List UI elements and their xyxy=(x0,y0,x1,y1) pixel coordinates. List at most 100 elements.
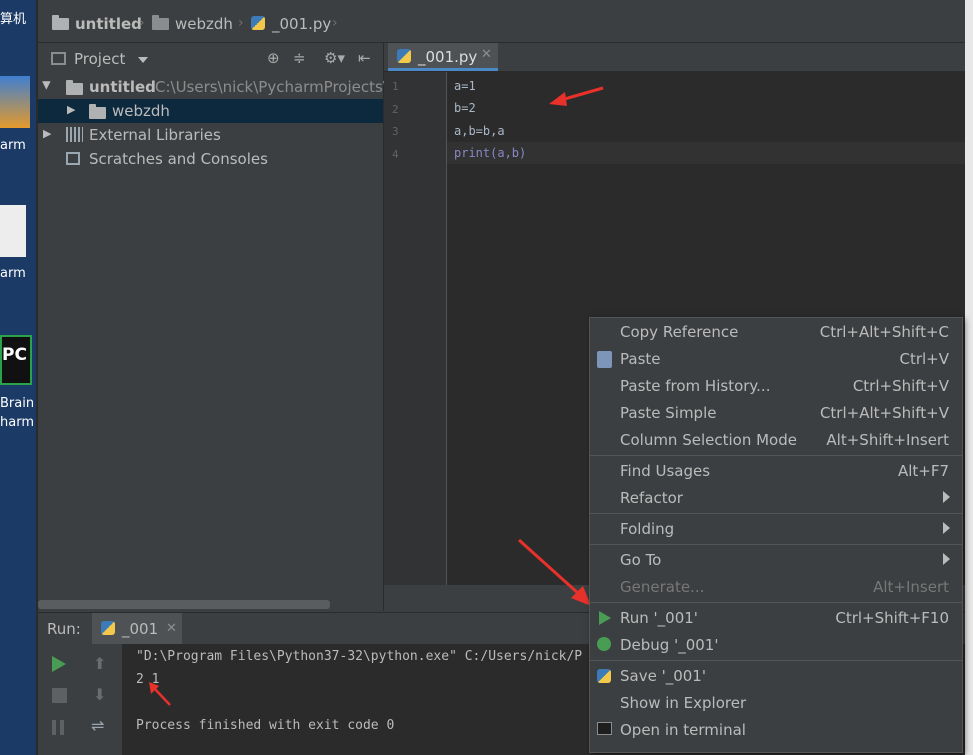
menu-separator xyxy=(590,660,962,661)
desktop-label: harm xyxy=(0,415,34,430)
folder-icon xyxy=(66,80,83,95)
menu-item-folding[interactable]: Folding xyxy=(590,516,962,543)
line-number: 4 xyxy=(392,148,399,161)
tree-item-external-libraries[interactable]: ▶ External Libraries xyxy=(38,123,383,147)
close-icon[interactable]: ✕ xyxy=(481,47,492,62)
tree-item-path: C:\Users\nick\PycharmProjects\ xyxy=(155,78,388,96)
chevron-right-icon: › xyxy=(238,15,244,31)
menu-item-debug[interactable]: Debug '_001' xyxy=(590,632,962,659)
library-icon xyxy=(66,127,83,142)
menu-item-save[interactable]: Save '_001' xyxy=(590,663,962,690)
run-toolbar: ⬆ ⬇ ⇌ xyxy=(38,644,123,755)
menu-item-label: Folding xyxy=(620,520,675,538)
horizontal-scrollbar[interactable] xyxy=(38,600,330,609)
editor-tab-label: _001.py xyxy=(418,48,478,66)
menu-item-label: Column Selection Mode xyxy=(620,431,797,449)
code-line: print(a,b) xyxy=(454,146,527,160)
python-file-icon xyxy=(251,16,265,30)
menu-separator xyxy=(590,544,962,545)
menu-item-shortcut: Ctrl+Shift+V xyxy=(852,377,949,395)
desktop-app-icon[interactable] xyxy=(0,76,30,128)
menu-item-paste-simple[interactable]: Paste Simple Ctrl+Alt+Shift+V xyxy=(590,400,962,427)
scratches-icon xyxy=(66,152,80,165)
folder-icon xyxy=(152,15,169,30)
locate-icon[interactable]: ⊕ xyxy=(267,49,280,67)
terminal-icon xyxy=(597,722,612,735)
pc-badge: PC xyxy=(2,345,27,365)
expand-arrow-icon[interactable]: ▶ xyxy=(41,81,54,89)
expand-arrow-icon[interactable]: ▶ xyxy=(43,127,51,140)
menu-item-open-in-terminal[interactable]: Open in terminal xyxy=(590,717,962,744)
menu-item-label: Paste from History... xyxy=(620,377,771,395)
editor-tab-001[interactable]: _001.py ✕ xyxy=(388,43,498,71)
project-tool-window: Project ⊕ ≑ ⚙▾ ⇤ ▶ untitled C:\Users\nic… xyxy=(38,43,388,611)
close-icon[interactable]: ✕ xyxy=(166,621,177,636)
hide-panel-icon[interactable]: ⇤ xyxy=(358,49,371,67)
run-tab-001[interactable]: _001 ✕ xyxy=(92,613,182,644)
menu-item-show-in-explorer[interactable]: Show in Explorer xyxy=(590,690,962,717)
code-line: a=1 xyxy=(454,79,476,93)
menu-item-find-usages[interactable]: Find Usages Alt+F7 xyxy=(590,458,962,485)
menu-item-shortcut: Ctrl+Alt+Shift+V xyxy=(819,404,949,422)
up-arrow-icon[interactable]: ⬆ xyxy=(93,654,106,673)
submenu-arrow-icon xyxy=(943,491,950,503)
menu-item-label: Find Usages xyxy=(620,462,711,480)
soft-wrap-icon[interactable]: ⇌ xyxy=(91,716,104,735)
tree-item-label: External Libraries xyxy=(89,126,221,144)
rerun-icon[interactable] xyxy=(52,656,66,672)
collapse-all-icon[interactable]: ≑ xyxy=(293,49,306,67)
line-number: 1 xyxy=(392,80,399,93)
tree-item-label: Scratches and Consoles xyxy=(89,150,268,168)
desktop-background-right xyxy=(965,0,973,755)
down-arrow-icon[interactable]: ⬇ xyxy=(93,685,106,704)
gear-icon[interactable]: ⚙▾ xyxy=(324,49,345,67)
menu-item-label: Copy Reference xyxy=(620,323,739,341)
submenu-arrow-icon xyxy=(943,522,950,534)
pause-icon-bar xyxy=(60,720,64,735)
tree-item-scratches[interactable]: Scratches and Consoles xyxy=(38,147,383,171)
menu-item-refactor[interactable]: Refactor xyxy=(590,485,962,512)
desktop-label: arm xyxy=(0,138,26,153)
breadcrumb-project[interactable]: untitled xyxy=(75,15,142,33)
line-number: 2 xyxy=(392,103,399,116)
pycharm-desktop-icon[interactable]: PC xyxy=(0,335,32,385)
menu-item-shortcut: Alt+Shift+Insert xyxy=(826,431,949,449)
menu-item-go-to[interactable]: Go To xyxy=(590,547,962,574)
menu-item-shortcut: Ctrl+Alt+Shift+C xyxy=(819,323,949,341)
menu-item-shortcut: Ctrl+V xyxy=(899,350,949,368)
menu-item-label: Paste xyxy=(620,350,661,368)
debug-icon xyxy=(597,637,611,651)
menu-item-paste-from-history[interactable]: Paste from History... Ctrl+Shift+V xyxy=(590,373,962,400)
breadcrumb-file[interactable]: _001.py xyxy=(272,15,331,33)
tree-item-untitled[interactable]: ▶ untitled C:\Users\nick\PycharmProjects… xyxy=(38,75,388,99)
project-panel-title[interactable]: Project xyxy=(74,50,125,68)
menu-item-shortcut: Alt+Insert xyxy=(873,578,949,596)
paste-icon xyxy=(597,351,612,368)
chevron-down-icon[interactable] xyxy=(138,57,148,63)
breadcrumb-folder[interactable]: webzdh xyxy=(175,15,233,33)
project-panel-header: Project ⊕ ≑ ⚙▾ ⇤ xyxy=(38,43,383,74)
menu-item-shortcut: Ctrl+Shift+F10 xyxy=(835,609,949,627)
tree-item-webzdh[interactable]: ▶ webzdh xyxy=(38,99,383,123)
menu-item-column-selection-mode[interactable]: Column Selection Mode Alt+Shift+Insert xyxy=(590,427,962,454)
python-icon xyxy=(597,669,611,683)
run-tab-label: _001 xyxy=(122,620,159,638)
python-file-icon xyxy=(101,621,115,635)
expand-arrow-icon[interactable]: ▶ xyxy=(67,103,75,116)
menu-item-run[interactable]: Run '_001' Ctrl+Shift+F10 xyxy=(590,605,962,632)
menu-item-copy-reference[interactable]: Copy Reference Ctrl+Alt+Shift+C xyxy=(590,319,962,346)
pause-icon[interactable] xyxy=(52,720,56,735)
desktop-label: Brain xyxy=(0,396,35,411)
menu-item-generate: Generate... Alt+Insert xyxy=(590,574,962,601)
menu-separator xyxy=(590,455,962,456)
console-line: Process finished with exit code 0 xyxy=(136,718,395,733)
stop-icon[interactable] xyxy=(52,688,67,703)
python-file-icon xyxy=(397,49,411,63)
submenu-arrow-icon xyxy=(943,553,950,565)
navigation-bar: untitled › webzdh › _001.py › xyxy=(38,5,965,43)
desktop-app-icon[interactable] xyxy=(0,205,26,257)
desktop-label: arm xyxy=(0,266,26,281)
menu-separator xyxy=(590,602,962,603)
menu-item-paste[interactable]: Paste Ctrl+V xyxy=(590,346,962,373)
menu-item-shortcut: Alt+F7 xyxy=(897,462,949,480)
